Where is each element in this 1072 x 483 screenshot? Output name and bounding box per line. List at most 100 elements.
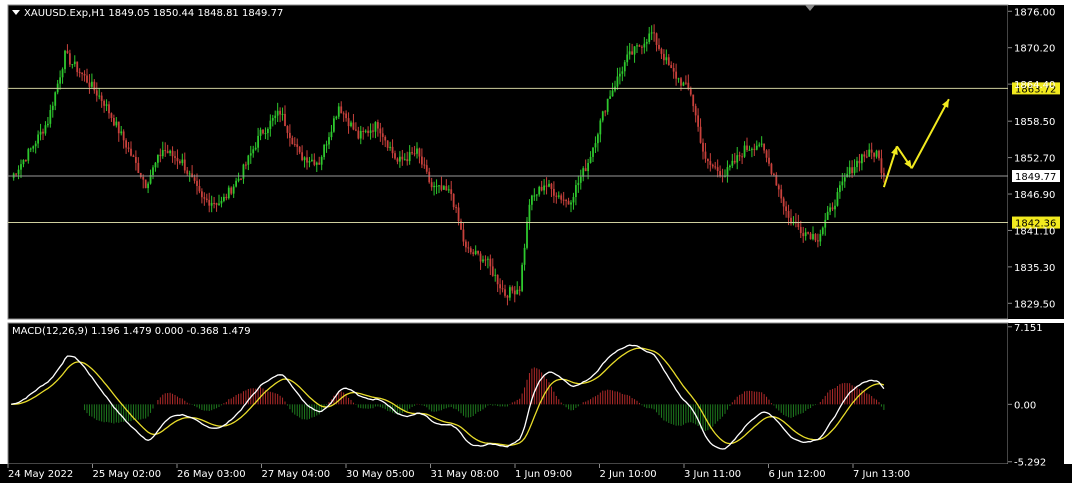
candle-body	[633, 46, 636, 55]
candle-body	[39, 131, 42, 135]
candle-body	[181, 159, 184, 164]
candle-body	[15, 173, 18, 175]
candle-body	[574, 185, 577, 198]
candle-body	[262, 129, 264, 134]
candle-body	[535, 194, 538, 196]
candle-body	[213, 203, 216, 205]
macd-axis-label: -5.292	[1014, 458, 1046, 469]
candle-body	[604, 111, 607, 113]
candle-body	[298, 146, 301, 153]
candle-body	[863, 154, 866, 157]
candle-body	[403, 159, 406, 161]
candle-body	[477, 250, 480, 254]
candle-body	[592, 147, 594, 157]
price-axis-label: 1864.40	[1014, 80, 1055, 91]
candle-body	[237, 178, 240, 181]
candle-body	[851, 167, 854, 174]
candle-body	[203, 197, 206, 199]
candle-body	[589, 156, 592, 163]
candle-body	[144, 179, 147, 189]
candle-body	[64, 50, 66, 70]
candle-body	[772, 173, 775, 175]
candle-body	[670, 65, 673, 69]
price-axis-label: 1858.50	[1014, 117, 1055, 128]
time-axis-label: 1 Jun 09:00	[515, 469, 572, 480]
candle-body	[20, 164, 22, 170]
candle-body	[54, 92, 57, 106]
candle-body	[381, 133, 384, 137]
candle-body	[222, 196, 225, 201]
candle-body	[675, 71, 678, 79]
candle-body	[442, 186, 445, 190]
candle-body	[738, 155, 741, 157]
candle-body	[748, 149, 751, 151]
candle-body	[428, 171, 431, 183]
candle-body	[232, 186, 235, 194]
candle-body	[533, 195, 536, 197]
candle-body	[484, 259, 487, 261]
candle-body	[611, 90, 614, 97]
price-axis-label: 1835.30	[1014, 263, 1055, 274]
candle-body	[266, 128, 269, 134]
candle-body	[692, 94, 695, 107]
price-chart-title: XAUUSD.Exp,H1 1849.05 1850.44 1848.81 18…	[24, 8, 283, 19]
candle-body	[506, 295, 509, 298]
candle-body	[596, 134, 599, 144]
candle-body	[736, 155, 739, 163]
time-axis-label: 2 Jun 10:00	[600, 469, 657, 480]
candle-body	[853, 167, 856, 174]
candle-body	[865, 156, 868, 158]
candle-body	[152, 167, 154, 175]
candle-body	[354, 129, 357, 131]
candle-body	[682, 82, 685, 86]
candle-body	[178, 161, 181, 164]
candle-body	[44, 125, 47, 134]
candle-body	[606, 98, 609, 112]
candle-body	[376, 122, 379, 129]
candle-body	[768, 157, 770, 164]
candle-body	[386, 140, 389, 148]
candle-body	[616, 76, 619, 87]
candle-body	[660, 48, 663, 54]
candle-body	[812, 234, 814, 240]
candle-body	[369, 130, 372, 133]
candle-body	[352, 122, 355, 130]
candle-body	[198, 185, 201, 192]
candle-body	[227, 187, 230, 199]
candle-body	[521, 264, 524, 291]
candle-body	[528, 204, 531, 222]
candle-body	[225, 196, 228, 199]
candle-body	[626, 54, 629, 63]
candle-body	[557, 195, 560, 197]
candle-body	[291, 137, 294, 145]
candle-body	[601, 111, 604, 121]
candle-body	[29, 148, 32, 150]
candle-body	[623, 62, 626, 72]
candle-body	[755, 145, 758, 150]
candle-body	[787, 210, 790, 218]
candle-body	[347, 118, 350, 127]
candle-body	[648, 33, 651, 42]
chart-svg: XAUUSD.Exp,H1 1849.05 1850.44 1848.81 18…	[0, 0, 1072, 483]
candle-body	[252, 149, 255, 154]
candle-body	[125, 140, 128, 148]
candle-body	[161, 150, 164, 157]
time-axis-label: 3 Jun 11:00	[684, 469, 741, 480]
candle-body	[552, 188, 555, 196]
candle-body	[413, 153, 416, 155]
candle-body	[130, 148, 132, 156]
candle-body	[359, 130, 362, 139]
candle-body	[667, 57, 670, 66]
candle-body	[636, 45, 638, 47]
candle-body	[770, 163, 773, 174]
candle-body	[71, 64, 74, 66]
candle-body	[618, 73, 621, 77]
candle-body	[799, 226, 802, 234]
time-axis-label: 26 May 03:00	[177, 469, 246, 480]
candle-body	[416, 148, 418, 154]
candle-body	[819, 234, 822, 242]
price-axis-label: 1876.00	[1014, 7, 1055, 18]
candle-body	[17, 169, 20, 175]
candle-body	[425, 165, 428, 172]
candle-body	[518, 289, 521, 291]
